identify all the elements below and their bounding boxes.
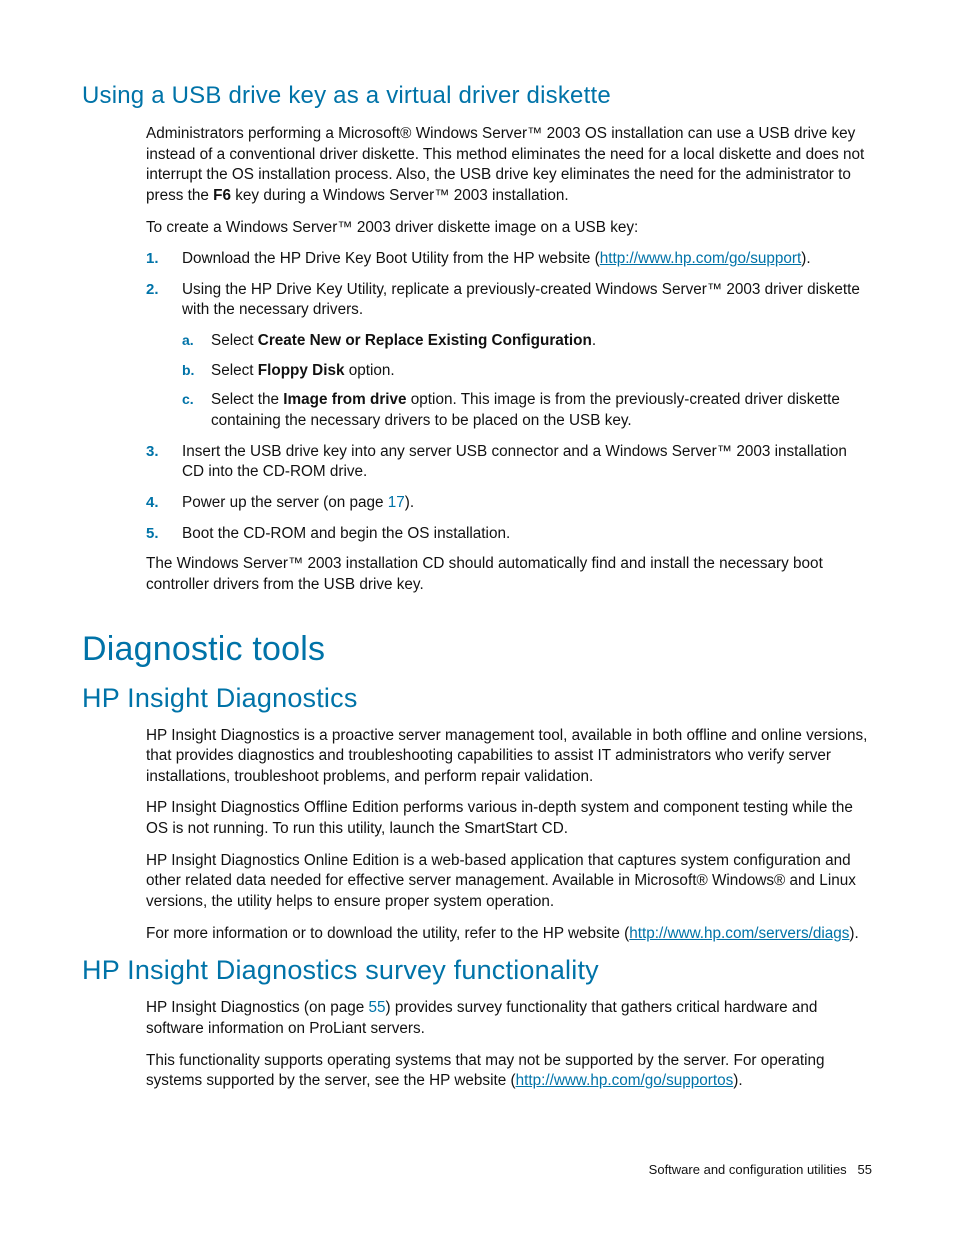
step-3: 3. Insert the USB drive key into any ser…: [146, 442, 872, 483]
key-f6: F6: [213, 187, 231, 204]
text: ).: [733, 1072, 742, 1089]
survey-p2: This functionality supports operating sy…: [146, 1051, 872, 1092]
heading-insight-survey: HP Insight Diagnostics survey functional…: [82, 955, 872, 986]
bold-option: Create New or Replace Existing Configura…: [258, 332, 592, 349]
substep-letter: a.: [182, 331, 194, 350]
step-1: 1. Download the HP Drive Key Boot Utilit…: [146, 249, 872, 270]
text: Download the HP Drive Key Boot Utility f…: [182, 250, 600, 267]
text: ).: [849, 925, 858, 942]
text: Select: [211, 362, 258, 379]
step-5: 5. Boot the CD-ROM and begin the OS inst…: [146, 524, 872, 545]
page-ref-55[interactable]: 55: [369, 999, 386, 1016]
substep-letter: b.: [182, 361, 194, 380]
usb-intro-paragraph: Administrators performing a Microsoft® W…: [146, 124, 872, 207]
usb-steps-list: 1. Download the HP Drive Key Boot Utilit…: [146, 249, 872, 544]
text: ).: [801, 250, 810, 267]
text: Power up the server (on page: [182, 494, 388, 511]
step-2: 2. Using the HP Drive Key Utility, repli…: [146, 280, 872, 432]
page-ref-17[interactable]: 17: [388, 494, 405, 511]
text: Select the: [211, 391, 283, 408]
insight-body: HP Insight Diagnostics is a proactive se…: [146, 726, 872, 945]
step-number: 3.: [146, 442, 159, 462]
step-number: 5.: [146, 524, 159, 544]
footer-section-label: Software and configuration utilities: [649, 1162, 847, 1177]
step-number: 1.: [146, 249, 159, 269]
step-4: 4. Power up the server (on page 17).: [146, 493, 872, 514]
footer-page-number: 55: [858, 1162, 872, 1177]
substeps-list: a. Select Create New or Replace Existing…: [182, 331, 872, 432]
text: Using the HP Drive Key Utility, replicat…: [182, 281, 860, 319]
text: Select: [211, 332, 258, 349]
text: ).: [405, 494, 414, 511]
text: Insert the USB drive key into any server…: [182, 443, 847, 481]
usb-outro: The Windows Server™ 2003 installation CD…: [146, 554, 872, 595]
text: option.: [344, 362, 394, 379]
insight-p4: For more information or to download the …: [146, 924, 872, 945]
usb-section-body: Administrators performing a Microsoft® W…: [146, 124, 872, 596]
link-hp-support[interactable]: http://www.hp.com/go/support: [600, 250, 802, 267]
step-number: 2.: [146, 280, 159, 300]
heading-diagnostic-tools: Diagnostic tools: [82, 630, 872, 669]
text: .: [592, 332, 596, 349]
text: key during a Windows Server™ 2003 instal…: [231, 187, 569, 204]
survey-body: HP Insight Diagnostics (on page 55) prov…: [146, 998, 872, 1092]
bold-option: Floppy Disk: [258, 362, 345, 379]
insight-p3: HP Insight Diagnostics Online Edition is…: [146, 851, 872, 913]
heading-hp-insight-diagnostics: HP Insight Diagnostics: [82, 683, 872, 714]
insight-p2: HP Insight Diagnostics Offline Edition p…: [146, 798, 872, 839]
substep-b: b. Select Floppy Disk option.: [182, 361, 872, 382]
link-hp-supportos[interactable]: http://www.hp.com/go/supportos: [516, 1072, 734, 1089]
text: For more information or to download the …: [146, 925, 629, 942]
substep-letter: c.: [182, 390, 194, 409]
survey-p1: HP Insight Diagnostics (on page 55) prov…: [146, 998, 872, 1039]
bold-option: Image from drive: [283, 391, 406, 408]
page-footer: Software and configuration utilities 55: [649, 1162, 872, 1177]
substep-c: c. Select the Image from drive option. T…: [182, 390, 872, 431]
substep-a: a. Select Create New or Replace Existing…: [182, 331, 872, 352]
link-hp-diags[interactable]: http://www.hp.com/servers/diags: [629, 925, 849, 942]
heading-usb-drive-key: Using a USB drive key as a virtual drive…: [82, 82, 872, 110]
text: Boot the CD-ROM and begin the OS install…: [182, 525, 510, 542]
text: HP Insight Diagnostics (on page: [146, 999, 369, 1016]
usb-create-lead: To create a Windows Server™ 2003 driver …: [146, 218, 872, 239]
insight-p1: HP Insight Diagnostics is a proactive se…: [146, 726, 872, 788]
step-number: 4.: [146, 493, 159, 513]
